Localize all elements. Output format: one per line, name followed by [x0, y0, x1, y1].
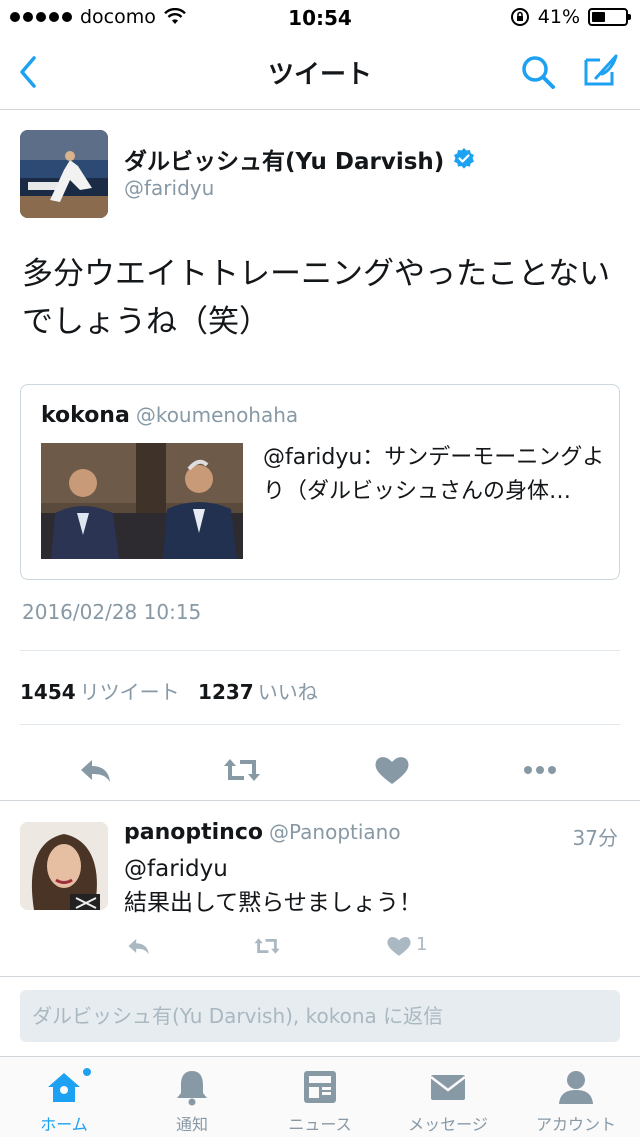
status-right: 41% [510, 6, 631, 28]
quoted-tweet[interactable]: kokona @koumenohaha @faridyu：サンデーモーニングより（… [20, 384, 620, 580]
avatar-image [20, 130, 108, 218]
compose-tweet-icon[interactable] [582, 50, 622, 90]
bell-icon [177, 1071, 207, 1106]
tab-label: ホーム [40, 1115, 88, 1134]
tab-label: ニュース [288, 1115, 352, 1134]
reply-user-name[interactable]: panoptinco [124, 820, 263, 845]
reply-body: 結果出して黙らせましょう！ [124, 890, 422, 916]
retweet-icon[interactable] [252, 932, 282, 960]
user-name-label: ダルビッシュ有(Yu Darvish) [124, 149, 445, 175]
reply-header: panoptinco @Panoptiano [124, 820, 401, 845]
battery-fill [592, 12, 606, 22]
divider [20, 724, 620, 725]
quote-user-handle: @koumenohaha [135, 403, 299, 427]
battery-icon [588, 8, 631, 26]
quote-media-thumbnail[interactable] [41, 443, 243, 559]
person-icon [559, 1071, 593, 1104]
verified-badge-icon [454, 148, 475, 169]
divider [20, 650, 620, 651]
battery-percent: 41% [537, 6, 580, 28]
search-icon[interactable] [518, 52, 558, 92]
section-divider [0, 976, 640, 977]
tab-notifications[interactable]: 通知 [128, 1057, 256, 1137]
avatar-image [20, 822, 108, 910]
reply-text: @faridyu 結果出して黙らせましょう！ [124, 852, 422, 920]
back-chevron-icon[interactable] [14, 54, 44, 90]
reply-icon[interactable] [76, 750, 116, 790]
user-handle: @faridyu [124, 176, 215, 200]
tweet-actions [0, 740, 640, 800]
reply-user-handle: @Panoptiano [269, 820, 401, 844]
home-icon [48, 1073, 80, 1102]
quote-text: @faridyu：サンデーモーニングより（ダルビッシュさんの身体… [263, 445, 605, 504]
tab-account[interactable]: アカウント [512, 1057, 640, 1137]
retweet-icon[interactable] [222, 750, 262, 790]
reply-actions: 1 [0, 928, 640, 964]
tab-home[interactable]: ホーム [0, 1057, 128, 1137]
quote-header: kokona @koumenohaha [41, 403, 298, 428]
notification-dot [82, 1067, 92, 1077]
reply-icon[interactable] [124, 932, 154, 960]
like-heart-icon[interactable] [372, 750, 412, 790]
retweet-label: リツイート [79, 680, 180, 704]
tab-messages[interactable]: メッセージ [384, 1057, 512, 1137]
tab-label: アカウント [535, 1115, 616, 1134]
retweet-count: 1454 [20, 680, 76, 704]
like-count: 1237 [198, 680, 254, 704]
reply-input[interactable]: ダルビッシュ有(Yu Darvish), kokona に返信 [20, 990, 620, 1042]
reply-tweet[interactable]: panoptinco @Panoptiano 37分 @faridyu 結果出して… [0, 800, 640, 976]
reply-mention[interactable]: @faridyu [124, 852, 422, 886]
quote-image [41, 443, 243, 559]
news-icon [304, 1071, 336, 1103]
reply-time: 37分 [572, 826, 618, 850]
quote-user-name: kokona [41, 403, 130, 428]
navigation-bar: ツイート [0, 36, 640, 110]
avatar[interactable] [20, 822, 108, 910]
reply-like-count: 1 [416, 934, 428, 955]
envelope-icon [430, 1075, 466, 1100]
avatar[interactable] [20, 130, 108, 218]
tweet-text: 多分ウエイトトレーニングやったことないでしょうね（笑） [22, 256, 611, 340]
like-heart-icon[interactable] [384, 932, 414, 960]
tab-news[interactable]: ニュース [256, 1057, 384, 1137]
status-bar: docomo 10:54 41% [0, 0, 640, 36]
tweet-timestamp: 2016/02/28 10:15 [22, 600, 202, 624]
like-label: いいね [257, 680, 318, 704]
more-options-icon[interactable] [520, 750, 560, 790]
user-name[interactable]: ダルビッシュ有(Yu Darvish) [124, 142, 476, 176]
engagement-counts[interactable]: 1454 リツイート 1237 いいね [20, 676, 330, 705]
tab-label: 通知 [175, 1115, 208, 1134]
tab-label: メッセージ [408, 1115, 488, 1134]
rotation-lock-icon [510, 8, 529, 26]
tab-bar: ホーム 通知 ニュース メッセージ アカウント [0, 1056, 640, 1137]
